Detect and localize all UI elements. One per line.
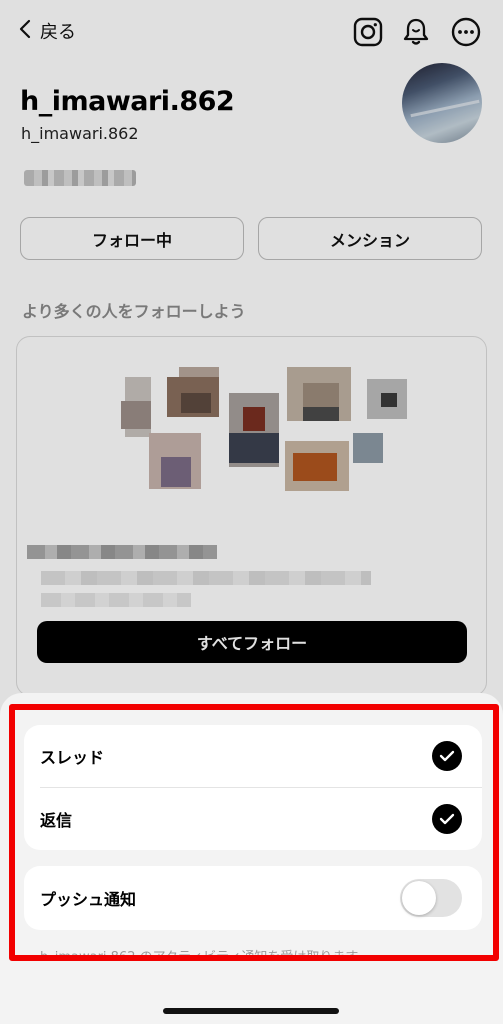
profile-page: 戻る h_imawari.862 h_imawari.862 フォロー中 メンシ… <box>0 0 503 1024</box>
highlight-box <box>9 704 499 961</box>
home-indicator[interactable] <box>163 1008 339 1014</box>
